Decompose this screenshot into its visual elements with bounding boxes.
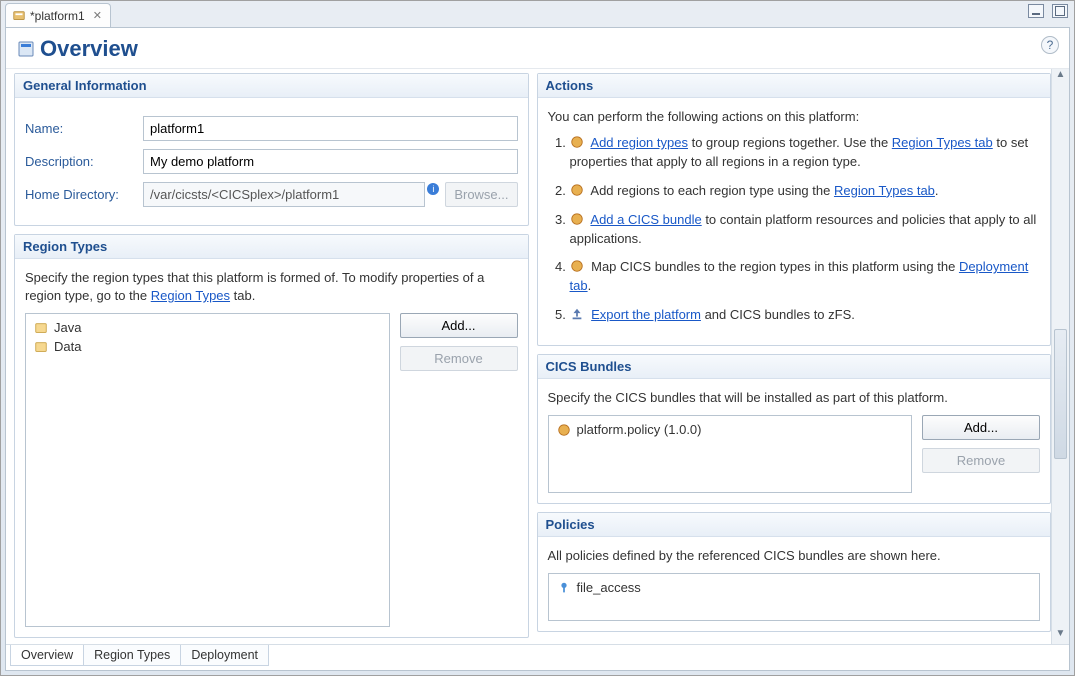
minimize-button[interactable] — [1028, 4, 1044, 18]
actions-list: Add region types to group regions togeth… — [548, 134, 1041, 325]
page-title: Overview — [40, 36, 138, 62]
scroll-up-icon[interactable]: ▲ — [1052, 69, 1069, 85]
region-types-link[interactable]: Region Types — [151, 288, 230, 303]
platform-icon — [12, 9, 26, 23]
left-column: General Information Name: Description: — [14, 73, 529, 638]
description-label: Description: — [25, 154, 135, 169]
action-item: Export the platform and CICS bundles to … — [570, 306, 1041, 325]
page-tabs: Overview Region Types Deployment — [6, 644, 1069, 670]
description-input[interactable] — [143, 149, 518, 174]
name-label: Name: — [25, 121, 135, 136]
region-types-heading: Region Types — [15, 235, 528, 259]
home-dir-label: Home Directory: — [25, 187, 135, 202]
bundles-remove-button[interactable]: Remove — [922, 448, 1040, 473]
editor-content: Overview ? General Information Name: — [5, 27, 1070, 671]
add-cics-bundle-link[interactable]: Add a CICS bundle — [590, 212, 701, 227]
action-item: Add a CICS bundle to contain platform re… — [570, 211, 1041, 249]
help-button[interactable]: ? — [1041, 36, 1059, 54]
bundle-icon — [557, 423, 571, 437]
editor-tab-platform1[interactable]: *platform1 ✕ — [5, 3, 111, 27]
region-types-list[interactable]: Java Data — [25, 313, 390, 627]
region-types-tab-link[interactable]: Region Types tab — [892, 135, 993, 150]
scroll-thumb[interactable] — [1054, 329, 1067, 459]
maximize-button[interactable] — [1052, 4, 1068, 18]
cics-bundles-intro: Specify the CICS bundles that will be in… — [548, 389, 1041, 407]
actions-section: Actions You can perform the following ac… — [537, 73, 1052, 346]
name-input[interactable] — [143, 116, 518, 141]
columns: General Information Name: Description: — [6, 69, 1051, 644]
right-column: Actions You can perform the following ac… — [537, 73, 1052, 638]
export-icon — [570, 307, 584, 321]
editor-tab-bar: *platform1 ✕ — [1, 1, 1074, 27]
cics-bundles-section: CICS Bundles Specify the CICS bundles th… — [537, 354, 1052, 504]
region-type-icon — [34, 340, 48, 354]
policy-icon — [557, 581, 571, 595]
general-info-heading: General Information — [15, 74, 528, 98]
policies-list[interactable]: file_access — [548, 573, 1041, 621]
cics-bundles-heading: CICS Bundles — [538, 355, 1051, 379]
body-scroll-area: General Information Name: Description: — [6, 69, 1069, 644]
region-types-tab-link[interactable]: Region Types tab — [834, 183, 935, 198]
tab-overview[interactable]: Overview — [10, 645, 84, 666]
info-icon: i — [427, 183, 439, 195]
action-item: Add regions to each region type using th… — [570, 182, 1041, 201]
actions-heading: Actions — [538, 74, 1051, 98]
home-dir-input[interactable] — [143, 182, 425, 207]
editor-window: *platform1 ✕ Overview ? General Informat… — [0, 0, 1075, 676]
region-type-icon — [34, 321, 48, 335]
bundles-add-button[interactable]: Add... — [922, 415, 1040, 440]
list-item[interactable]: platform.policy (1.0.0) — [555, 420, 906, 439]
editor-tab-label: *platform1 — [30, 9, 85, 23]
action-item: Map CICS bundles to the region types in … — [570, 258, 1041, 296]
bundle-icon — [570, 212, 584, 226]
tab-deployment[interactable]: Deployment — [180, 645, 269, 666]
browse-button[interactable]: Browse... — [445, 182, 517, 207]
tab-region-types[interactable]: Region Types — [83, 645, 181, 666]
region-types-intro: Specify the region types that this platf… — [25, 269, 518, 305]
export-platform-link[interactable]: Export the platform — [591, 307, 701, 322]
policies-section: Policies All policies defined by the ref… — [537, 512, 1052, 632]
policies-intro: All policies defined by the referenced C… — [548, 547, 1041, 565]
overview-page-icon — [18, 41, 34, 57]
bundle-icon — [570, 135, 584, 149]
bundle-icon — [570, 183, 584, 197]
add-region-types-link[interactable]: Add region types — [590, 135, 688, 150]
list-item[interactable]: Java — [32, 318, 383, 337]
vertical-scrollbar[interactable]: ▲ ▼ — [1051, 69, 1069, 644]
region-types-section: Region Types Specify the region types th… — [14, 234, 529, 638]
actions-intro: You can perform the following actions on… — [548, 108, 1041, 126]
list-item[interactable]: file_access — [555, 578, 1034, 597]
list-item[interactable]: Data — [32, 337, 383, 356]
scroll-down-icon[interactable]: ▼ — [1052, 628, 1069, 644]
general-info-section: General Information Name: Description: — [14, 73, 529, 226]
cics-bundles-list[interactable]: platform.policy (1.0.0) — [548, 415, 913, 493]
action-item: Add region types to group regions togeth… — [570, 134, 1041, 172]
page-header: Overview ? — [6, 28, 1069, 69]
region-types-remove-button[interactable]: Remove — [400, 346, 518, 371]
bundle-icon — [570, 259, 584, 273]
window-controls — [1028, 4, 1068, 18]
close-tab-icon[interactable]: ✕ — [93, 9, 102, 22]
region-types-add-button[interactable]: Add... — [400, 313, 518, 338]
policies-heading: Policies — [538, 513, 1051, 537]
